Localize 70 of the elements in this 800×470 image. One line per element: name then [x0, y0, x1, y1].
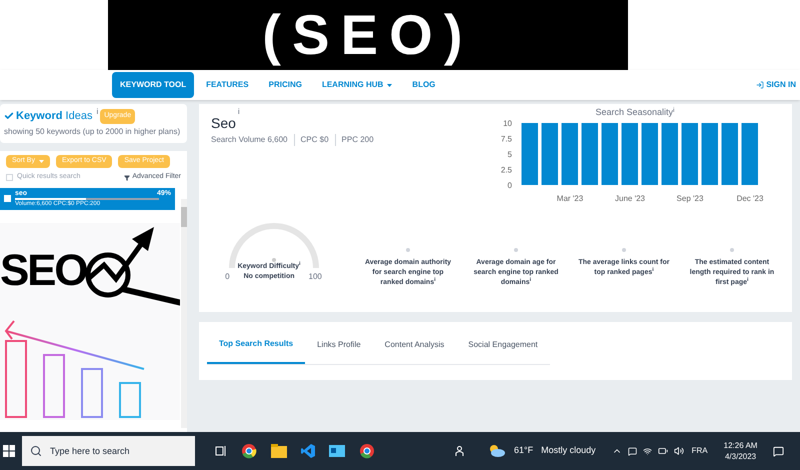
chart-bar [622, 123, 638, 185]
browser-icon[interactable] [359, 443, 375, 459]
app-window-icon[interactable] [329, 445, 345, 457]
keyword-stat: CPC $0 [294, 134, 335, 146]
seo-logo-text: SEO [0, 248, 86, 292]
tab[interactable]: Links Profile [305, 334, 373, 364]
keyword-stat: Search Volume 6,600 [211, 134, 288, 146]
keyword-title: Seo [211, 116, 236, 130]
weather-text: Mostly cloudy [541, 444, 596, 458]
taskbar-search-field[interactable]: Type here to search [22, 436, 195, 466]
cloud-sun-icon [488, 444, 506, 458]
chart-bar [662, 123, 678, 185]
y-tick-label: 0 [508, 181, 512, 190]
y-tick-label: 10 [503, 119, 512, 128]
chat-icon [628, 446, 637, 456]
check-icon [4, 111, 14, 122]
chart-bar [722, 123, 738, 185]
ideas-subtitle: showing 50 keywords (up to 2000 in higher plans) [4, 126, 182, 138]
y-tick-label: 7.5 [500, 134, 512, 144]
person-icon [455, 446, 464, 456]
chart-bar [742, 123, 758, 185]
chart-bar [522, 123, 538, 185]
nav-link[interactable]: PRICING [260, 72, 310, 98]
search-icon [30, 445, 42, 457]
x-tick-label: Mar '23 [556, 194, 584, 203]
ideas-title: Keyword Ideas [16, 109, 92, 124]
keyword-stat: PPC 200 [334, 134, 380, 146]
task-view-icon [215, 445, 227, 457]
clock-time: 12:26 AM [724, 440, 758, 451]
y-tick-label: 2.5 [500, 166, 512, 174]
chart-bar [702, 123, 718, 185]
y-tick-label: 5 [508, 150, 512, 159]
network-icon [642, 446, 652, 456]
language-indicator[interactable]: FRA [692, 445, 708, 457]
nav-link[interactable]: BLOG [404, 72, 444, 98]
folder-icon[interactable] [271, 444, 287, 458]
chart-bar [682, 123, 698, 185]
nav-link[interactable]: KEYWORD TOOL [112, 72, 194, 98]
gauge-min: 0 [225, 272, 230, 282]
checkbox[interactable] [6, 174, 13, 181]
sign-in-icon [756, 81, 764, 89]
checkbox[interactable] [4, 195, 11, 202]
tab[interactable]: Content Analysis [372, 334, 456, 364]
gauge-max: 100 [308, 272, 322, 282]
chart-bar [642, 123, 658, 185]
tab[interactable]: Social Engagement [456, 334, 550, 364]
notification-icon [773, 446, 784, 456]
x-tick-label: Dec '23 [736, 194, 764, 203]
windows-icon [3, 445, 15, 457]
x-tick-label: June '23 [615, 194, 645, 203]
x-tick-label: Sep '23 [676, 194, 704, 203]
clock-date: 4/3/2023 [724, 451, 756, 462]
chart-bar [602, 123, 618, 185]
filter-icon [124, 174, 130, 180]
caret-icon [387, 84, 392, 86]
battery-icon [658, 446, 668, 456]
chart-bar [582, 123, 598, 185]
caret-icon [38, 160, 44, 162]
code-editor-icon[interactable] [301, 444, 315, 458]
tab[interactable]: Top Search Results [207, 334, 306, 364]
browser-icon[interactable] [241, 443, 257, 459]
sign-in-link[interactable]: SIGN IN [756, 79, 796, 91]
speaker-icon [674, 446, 684, 456]
temperature: 61°F [514, 444, 534, 458]
nav-link[interactable]: FEATURES [198, 72, 257, 98]
chart-bar [562, 123, 578, 185]
nav-link[interactable]: LEARNING HUB [314, 72, 400, 98]
chart-title: Search Seasonality$^{i}$ [594, 108, 676, 117]
chart-bar [542, 123, 558, 185]
scrollbar[interactable] [181, 198, 187, 428]
